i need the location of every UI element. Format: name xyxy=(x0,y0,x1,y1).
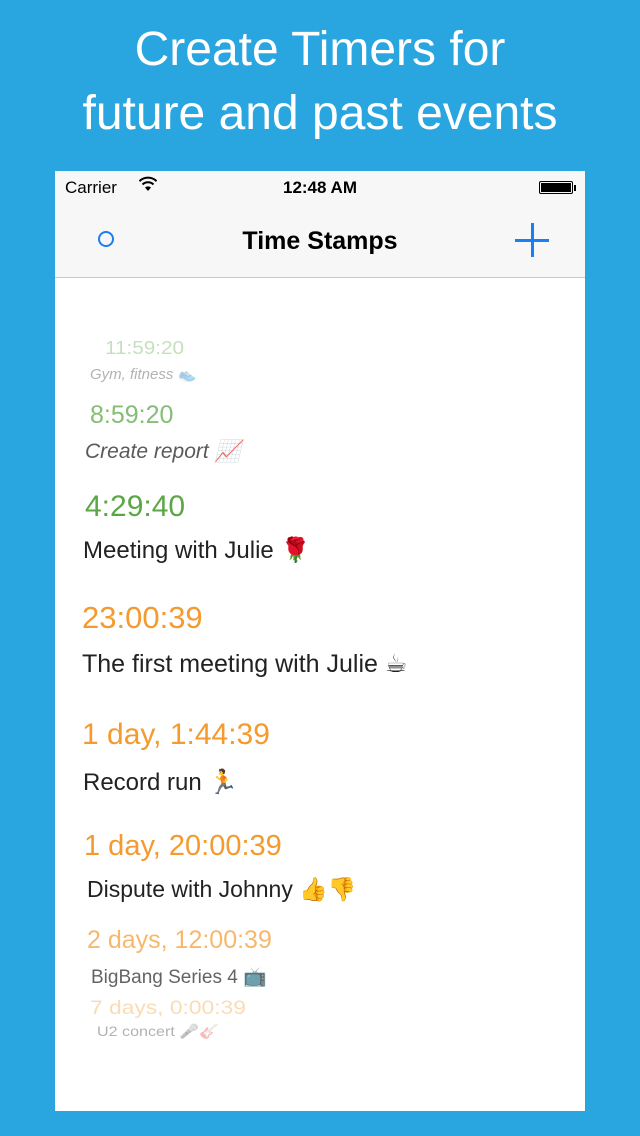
promo-headline: Create Timers for future and past events xyxy=(0,18,640,146)
timer-value: 11:59:20 xyxy=(105,338,185,358)
timer-label: Create report 📈 xyxy=(85,439,241,464)
timer-label-text: BigBang Series 4 xyxy=(91,967,238,988)
timer-label-text: Record run xyxy=(83,769,202,796)
timer-label: Meeting with Julie 🌹 xyxy=(83,536,310,565)
timer-label-text: U2 concert xyxy=(97,1023,175,1039)
status-time: 12:48 AM xyxy=(282,178,357,197)
status-bar: Carrier 12:48 AM xyxy=(55,171,585,205)
timer-value: 1 day, 20:00:39 xyxy=(84,830,282,862)
timer-value: 8:59:20 xyxy=(90,401,174,429)
timer-label-text: Meeting with Julie xyxy=(83,537,274,564)
navigation-bar: Time Stamps xyxy=(55,205,585,278)
timer-label-text: The first meeting with Julie xyxy=(82,650,378,678)
timer-list[interactable]: 11:59:20 Gym, fitness 👟 8:59:20 Create r… xyxy=(55,278,585,1111)
runner-icon: 🏃 xyxy=(208,768,239,796)
chart-icon: 📈 xyxy=(214,439,241,463)
phone-screen: Carrier 12:48 AM Time Stamps 11:59:20 Gy… xyxy=(55,171,585,1111)
timer-label: Record run 🏃 xyxy=(83,768,238,797)
coffee-icon: ☕ xyxy=(384,649,408,678)
timer-label: Gym, fitness 👟 xyxy=(90,365,196,383)
timer-value: 2 days, 12:00:39 xyxy=(87,926,272,954)
battery-icon xyxy=(539,181,576,194)
timer-label: The first meeting with Julie ☕ xyxy=(82,649,407,679)
timer-value: 1 day, 1:44:39 xyxy=(82,718,270,751)
headline-line-2: future and past events xyxy=(82,87,558,140)
timer-label-text: Gym, fitness xyxy=(90,366,174,383)
rose-icon: 🌹 xyxy=(280,536,311,564)
add-button[interactable] xyxy=(515,223,549,257)
timer-label-text: Dispute with Johnny xyxy=(87,876,293,902)
timer-value: 7 days, 0:00:39 xyxy=(90,998,246,1019)
timer-label: Dispute with Johnny 👍👎 xyxy=(87,876,357,903)
timer-label: U2 concert 🎤🎸 xyxy=(97,1023,219,1040)
headline-line-1: Create Timers for xyxy=(134,23,506,76)
page-title: Time Stamps xyxy=(242,227,398,255)
timer-value: 4:29:40 xyxy=(85,490,186,523)
timer-label: BigBang Series 4 📺 xyxy=(91,965,267,989)
thumbs-icon: 👍👎 xyxy=(299,877,357,903)
timer-value: 23:00:39 xyxy=(82,600,203,635)
timer-label-text: Create report xyxy=(85,440,209,463)
music-icon: 🎤🎸 xyxy=(179,1024,220,1040)
sneaker-icon: 👟 xyxy=(177,365,197,383)
tv-icon: 📺 xyxy=(243,966,267,988)
